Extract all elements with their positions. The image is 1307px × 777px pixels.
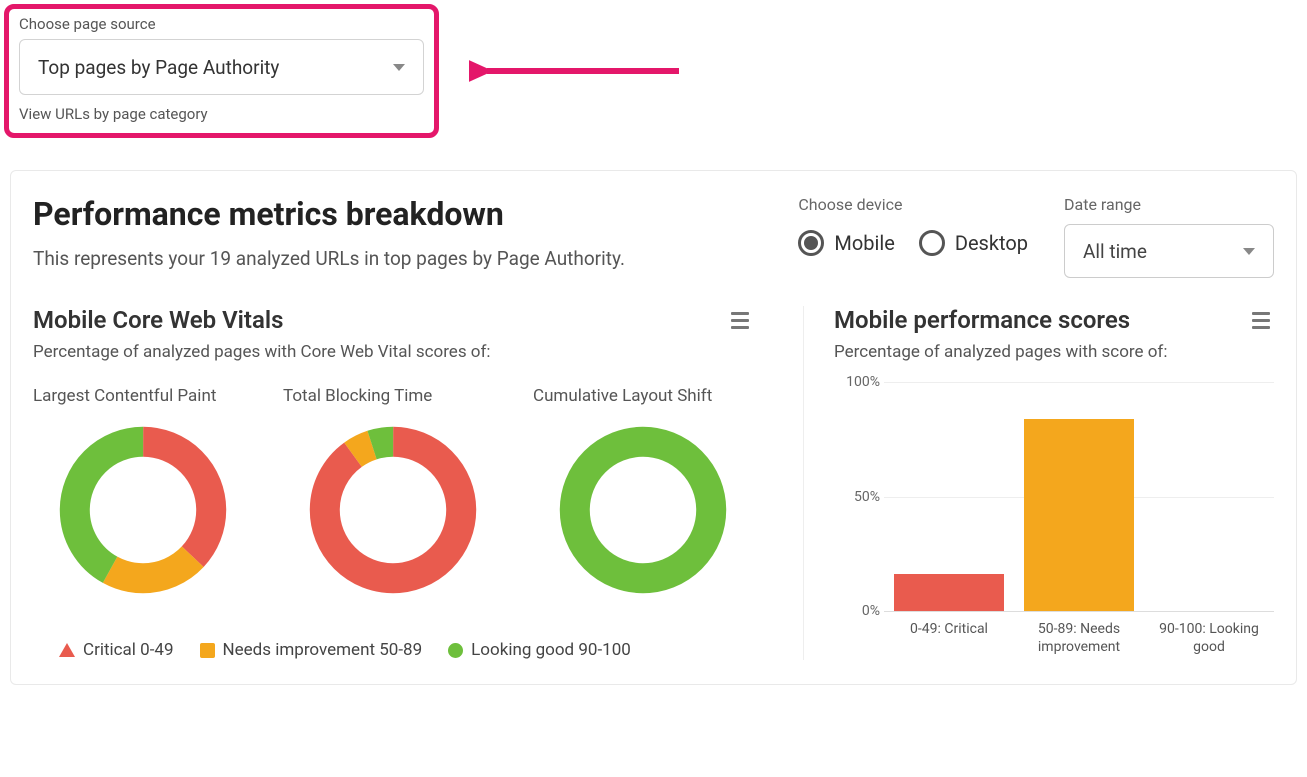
radio-icon (919, 230, 945, 256)
bar-chart-scores: 100% 50% 0% (884, 382, 1274, 612)
device-radio-desktop[interactable]: Desktop (919, 230, 1028, 256)
bar-red (894, 574, 1004, 611)
legend-critical: Critical 0-49 (59, 640, 174, 660)
device-mobile-label: Mobile (834, 231, 894, 255)
donut-label-cls: Cumulative Layout Shift (533, 386, 753, 406)
chevron-down-icon (393, 64, 405, 71)
scores-subtitle: Percentage of analyzed pages with score … (834, 342, 1274, 362)
bar-orange (1024, 419, 1134, 611)
highlight-arrow-icon (469, 46, 689, 96)
page-source-highlight-box: Choose page source Top pages by Page Aut… (4, 4, 439, 138)
circle-icon (448, 643, 463, 658)
scores-menu-icon[interactable] (1248, 308, 1274, 333)
square-icon (200, 643, 215, 658)
donut-chart-tbt (303, 420, 483, 600)
date-range-selected: All time (1083, 240, 1147, 263)
legend-needs: Needs improvement 50-89 (200, 640, 423, 660)
chevron-down-icon (1243, 248, 1255, 255)
page-source-label: Choose page source (19, 15, 424, 33)
ytick-100: 100% (834, 374, 880, 390)
bar-xlabel-good: 90-100: Looking good (1149, 620, 1269, 656)
donut-chart-cls (553, 420, 733, 600)
view-urls-link[interactable]: View URLs by page category (19, 105, 424, 123)
legend-critical-label: Critical 0-49 (83, 640, 174, 660)
donut-chart-lcp (53, 420, 233, 600)
legend-good-label: Looking good 90-100 (471, 640, 631, 660)
bar-xlabel-needs: 50-89: Needs improvement (1019, 620, 1139, 656)
ytick-0: 0% (834, 603, 880, 619)
vitals-subtitle: Percentage of analyzed pages with Core W… (33, 342, 753, 362)
device-radio-mobile[interactable]: Mobile (798, 230, 894, 256)
device-desktop-label: Desktop (955, 231, 1028, 255)
main-title: Performance metrics breakdown (33, 195, 625, 233)
radio-icon (798, 230, 824, 256)
donut-label-lcp: Largest Contentful Paint (33, 386, 253, 406)
device-label: Choose device (798, 195, 1028, 214)
date-range-select[interactable]: All time (1064, 224, 1274, 278)
vitals-menu-icon[interactable] (727, 308, 753, 333)
scores-title: Mobile performance scores (834, 306, 1130, 334)
performance-card: Performance metrics breakdown This repre… (10, 170, 1297, 685)
triangle-icon (59, 643, 75, 657)
main-subtitle: This represents your 19 analyzed URLs in… (33, 247, 625, 270)
donut-label-tbt: Total Blocking Time (283, 386, 503, 406)
legend-needs-label: Needs improvement 50-89 (223, 640, 423, 660)
bar-xlabel-critical: 0-49: Critical (889, 620, 1009, 656)
legend-good: Looking good 90-100 (448, 640, 631, 660)
page-source-select[interactable]: Top pages by Page Authority (19, 39, 424, 95)
vitals-title: Mobile Core Web Vitals (33, 306, 283, 334)
date-range-label: Date range (1064, 195, 1274, 214)
page-source-selected: Top pages by Page Authority (38, 56, 279, 79)
ytick-50: 50% (834, 489, 880, 505)
